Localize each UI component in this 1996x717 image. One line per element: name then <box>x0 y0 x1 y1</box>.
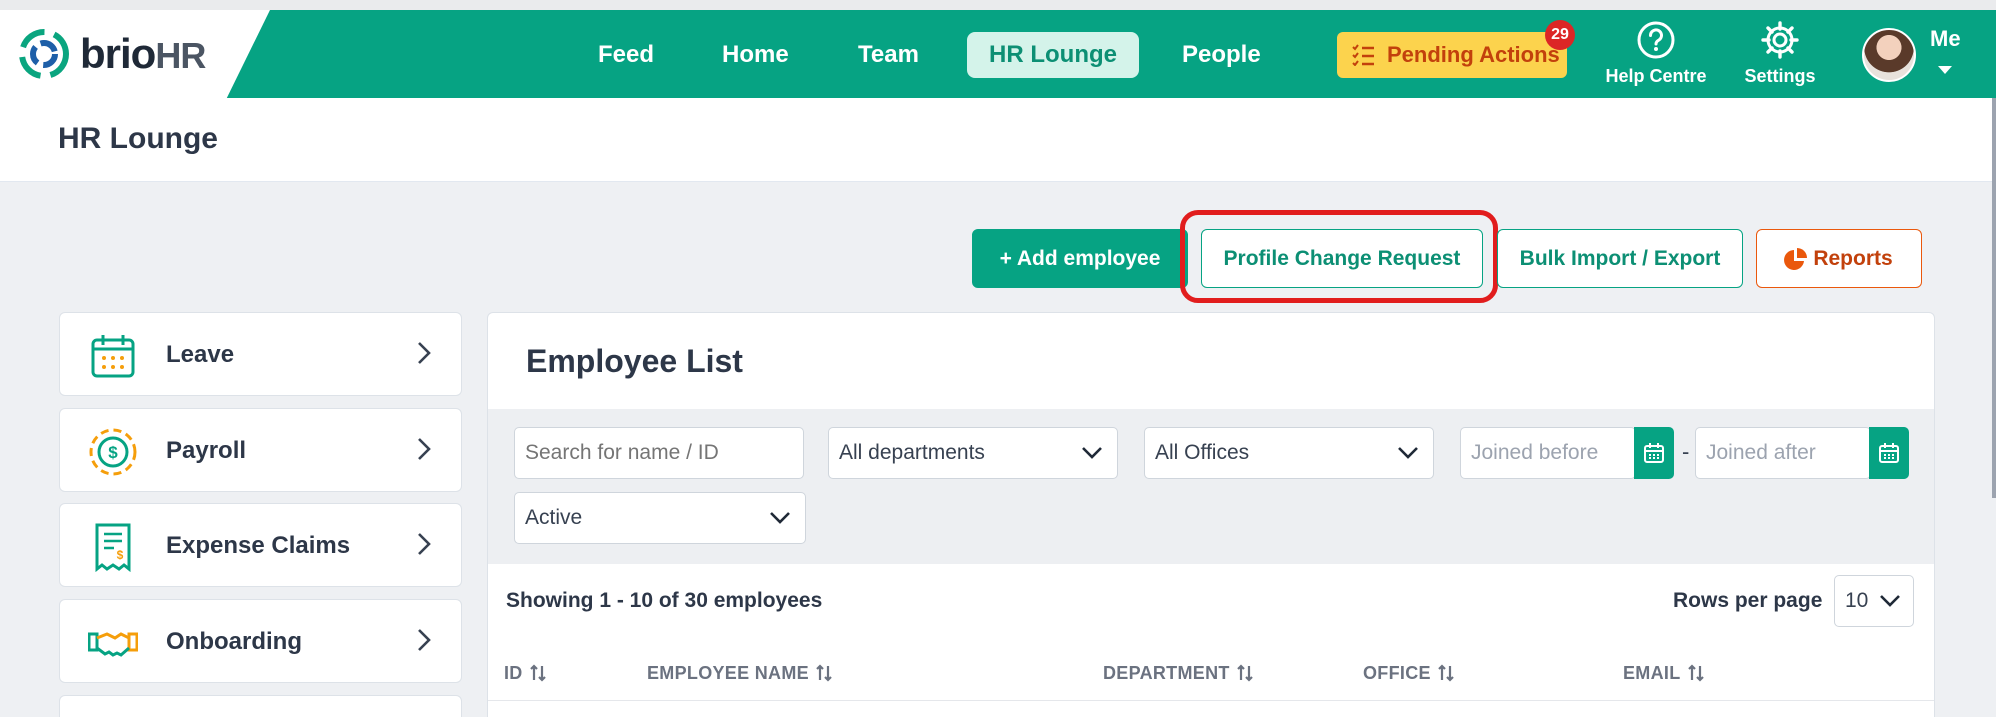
sidebar-item-more[interactable] <box>59 695 462 717</box>
nav-home[interactable]: Home <box>700 32 811 78</box>
sidebar-item-onboarding[interactable]: Onboarding <box>59 599 462 683</box>
pending-actions-button[interactable]: Pending Actions <box>1337 32 1567 78</box>
sort-icon <box>529 664 546 682</box>
top-navbar: brioHR Feed Home Team HR Lounge People P… <box>0 10 1996 98</box>
help-circle-icon <box>1637 21 1675 59</box>
pie-chart-icon <box>1784 248 1807 270</box>
column-header-department[interactable]: DEPARTMENT <box>1103 663 1254 684</box>
employee-list-title: Employee List <box>526 343 743 379</box>
status-select-value: Active <box>525 506 583 529</box>
column-header-employee-name[interactable]: EMPLOYEE NAME <box>647 663 833 684</box>
sort-icon <box>1236 664 1253 682</box>
brand-name: brioHR <box>80 30 206 77</box>
bulk-import-export-button[interactable]: Bulk Import / Export <box>1497 229 1743 288</box>
joined-after-input[interactable]: Joined after <box>1695 427 1871 479</box>
avatar[interactable] <box>1862 28 1916 82</box>
rows-per-page-value: 10 <box>1845 589 1869 612</box>
calendar-icon <box>1644 443 1664 463</box>
joined-before-input[interactable]: Joined before <box>1460 427 1636 479</box>
rows-per-page-select[interactable]: 10 <box>1834 575 1914 627</box>
reports-label: Reports <box>1813 247 1893 270</box>
nav-feed[interactable]: Feed <box>576 32 676 78</box>
dollar-coin-icon: $ <box>89 428 137 476</box>
chevron-down-icon <box>1082 447 1102 459</box>
table-header-divider <box>488 700 1934 701</box>
joined-before-calendar-button[interactable] <box>1634 427 1674 479</box>
reports-button[interactable]: Reports <box>1756 229 1922 288</box>
column-header-email[interactable]: EMAIL <box>1623 663 1705 684</box>
chevron-down-icon <box>1880 595 1900 607</box>
brio-swirl-icon <box>19 29 69 79</box>
rows-per-page-label: Rows per page <box>1673 589 1823 612</box>
nav-hr-lounge[interactable]: HR Lounge <box>967 32 1139 78</box>
page-header: HR Lounge <box>0 98 1992 182</box>
nav-team[interactable]: Team <box>836 32 941 78</box>
pending-actions-label: Pending Actions <box>1387 42 1560 67</box>
sidebar-item-leave[interactable]: Leave <box>59 312 462 396</box>
pending-count-badge: 29 <box>1545 20 1575 50</box>
sort-icon <box>816 664 832 682</box>
employee-list-panel: Employee List All departments All Office… <box>487 312 1935 717</box>
joined-after-calendar-button[interactable] <box>1869 427 1909 479</box>
sidebar-item-expense-claims[interactable]: $ Expense Claims <box>59 503 462 587</box>
add-employee-button[interactable]: + Add employee <box>972 229 1188 288</box>
chevron-down-icon <box>770 512 790 524</box>
showing-count-text: Showing 1 - 10 of 30 employees <box>506 589 823 612</box>
department-select-value: All departments <box>839 441 985 464</box>
sidebar-item-label: Onboarding <box>166 628 302 655</box>
checklist-icon <box>1352 44 1374 66</box>
sidebar-item-label: Leave <box>166 341 235 368</box>
chevron-right-icon <box>418 342 431 364</box>
highlight-box <box>1180 210 1498 303</box>
gear-icon <box>1761 21 1799 59</box>
settings-label: Settings <box>1744 66 1816 86</box>
help-centre-button[interactable]: Help Centre <box>1600 20 1712 87</box>
filters-bar: All departments All Offices Joined befor… <box>488 409 1934 564</box>
sidebar-item-label: Payroll <box>166 437 247 464</box>
column-header-office[interactable]: OFFICE <box>1363 663 1455 684</box>
handshake-icon <box>88 632 138 657</box>
chevron-right-icon <box>418 533 431 555</box>
browser-top-strip <box>0 0 1996 10</box>
calendar-icon <box>91 335 135 378</box>
user-menu-caret-icon[interactable] <box>1938 66 1952 74</box>
office-select[interactable]: All Offices <box>1144 427 1434 479</box>
sidebar-item-payroll[interactable]: $ Payroll <box>59 408 462 492</box>
office-select-value: All Offices <box>1155 441 1250 464</box>
chevron-right-icon <box>418 629 431 651</box>
user-menu-label[interactable]: Me <box>1930 26 1961 52</box>
page-scrollbar[interactable] <box>1992 98 1996 498</box>
sort-icon <box>1687 664 1704 682</box>
calendar-icon <box>1879 443 1899 463</box>
column-header-id[interactable]: ID <box>504 663 547 684</box>
status-select[interactable]: Active <box>514 492 806 544</box>
logo[interactable]: brioHR <box>0 10 270 98</box>
date-range-separator: - <box>1682 439 1690 464</box>
svg-text:$: $ <box>108 443 118 462</box>
search-input[interactable] <box>514 427 804 479</box>
page-title: HR Lounge <box>58 122 218 155</box>
sort-icon <box>1438 664 1454 682</box>
settings-button[interactable]: Settings <box>1735 20 1825 87</box>
help-centre-label: Help Centre <box>1605 66 1707 86</box>
svg-text:$: $ <box>117 548 124 562</box>
chevron-right-icon <box>418 438 431 460</box>
chevron-down-icon <box>1398 447 1418 459</box>
receipt-icon: $ <box>95 523 131 572</box>
nav-people[interactable]: People <box>1160 32 1283 78</box>
sidebar-item-label: Expense Claims <box>166 532 351 559</box>
department-select[interactable]: All departments <box>828 427 1118 479</box>
